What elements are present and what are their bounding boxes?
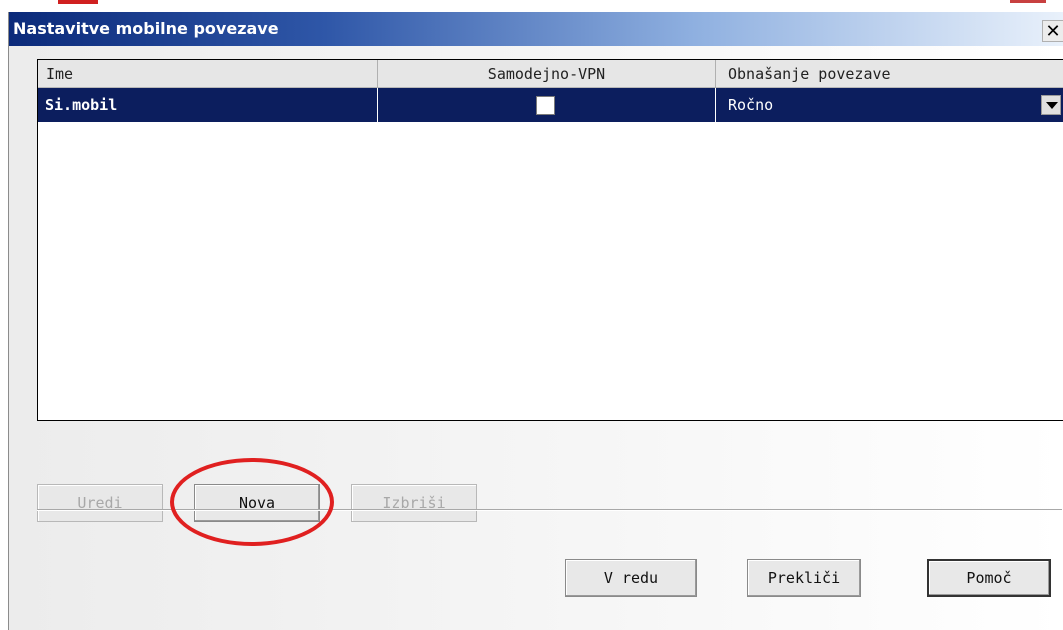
separator (37, 509, 1062, 511)
table-row[interactable]: Si.mobil Ročno (38, 88, 1063, 122)
new-button[interactable]: Nova (194, 484, 320, 522)
connection-behavior-value: Ročno (728, 96, 774, 114)
cancel-button[interactable]: Prekliči (747, 559, 861, 597)
close-icon: ✕ (1045, 21, 1061, 42)
delete-button[interactable]: Izbriši (351, 484, 477, 522)
table-header: Ime Samodejno-VPN Obnašanje povezave (38, 60, 1063, 88)
background-accent (1010, 0, 1046, 3)
window-title: Nastavitve mobilne povezave (13, 19, 279, 38)
auto-vpn-checkbox[interactable] (536, 96, 555, 115)
mobile-connection-settings-dialog: Nastavitve mobilne povezave ✕ Ime Samode… (8, 12, 1063, 630)
column-header-name[interactable]: Ime (38, 60, 378, 88)
help-button[interactable]: Pomoč (927, 559, 1051, 597)
connections-table: Ime Samodejno-VPN Obnašanje povezave Si.… (37, 59, 1063, 421)
edit-button[interactable]: Uredi (37, 484, 163, 522)
chevron-down-icon[interactable] (1041, 95, 1061, 115)
ok-button[interactable]: V redu (565, 559, 697, 597)
background-strip (0, 0, 1063, 12)
title-bar: Nastavitve mobilne povezave ✕ (9, 12, 1063, 46)
row-name: Si.mobil (38, 88, 378, 122)
column-header-connection-behavior[interactable]: Obnašanje povezave (716, 60, 1063, 88)
background-accent (58, 0, 98, 4)
close-button[interactable]: ✕ (1042, 20, 1063, 42)
column-header-auto-vpn[interactable]: Samodejno-VPN (378, 60, 716, 88)
row-auto-vpn (378, 88, 716, 122)
connection-behavior-select[interactable]: Ročno (716, 88, 1063, 122)
